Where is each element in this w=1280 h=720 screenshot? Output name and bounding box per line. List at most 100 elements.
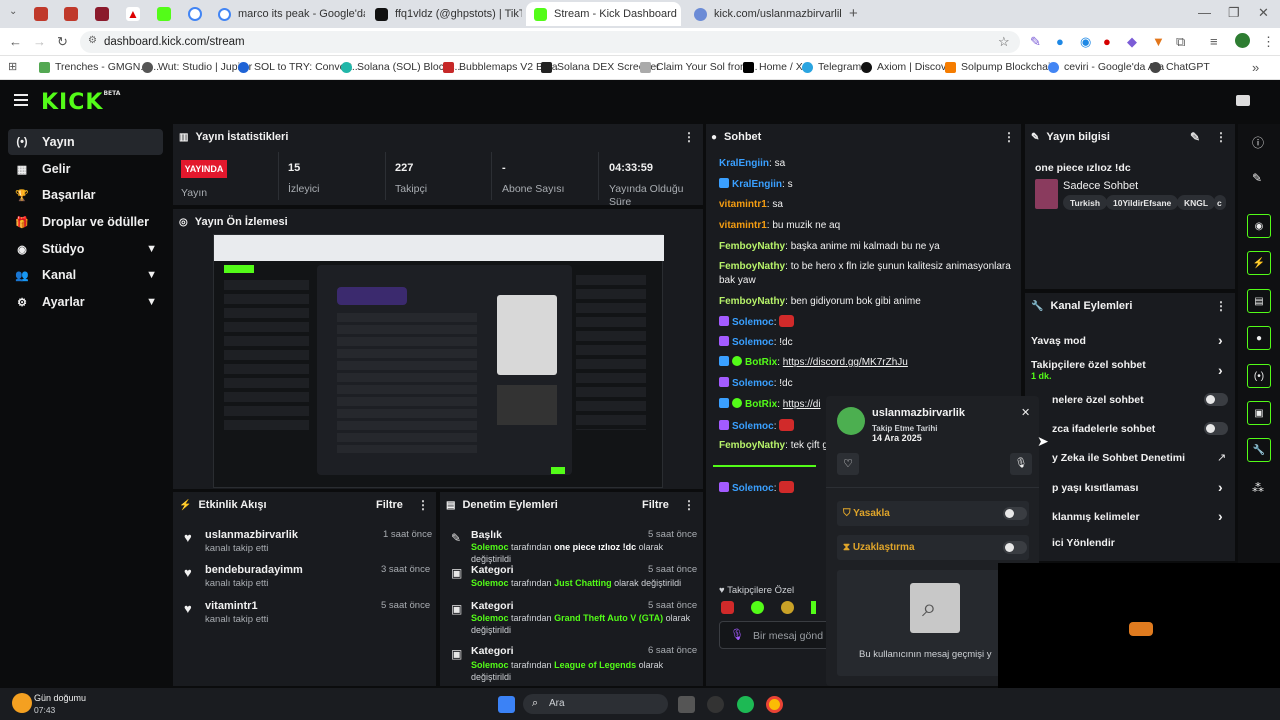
rail-button-document[interactable]: ▤	[1247, 289, 1271, 313]
rail-button-broadcast[interactable]: (•)	[1247, 364, 1271, 388]
bookmark-star-icon[interactable]: ☆	[998, 34, 1010, 50]
back-icon[interactable]: ←	[9, 34, 22, 49]
chat-text[interactable]: https://discord.gg/MK7rZhJu	[783, 357, 908, 368]
site-info-icon[interactable]: ⚙	[88, 35, 97, 46]
chat-username[interactable]: Solemoc	[732, 421, 774, 432]
more-options-icon[interactable]: ⋮	[417, 498, 429, 512]
pinned-tab-icon[interactable]	[34, 7, 48, 21]
timeout-toggle[interactable]	[1003, 541, 1027, 554]
pencil-icon[interactable]: ✎	[1252, 171, 1262, 185]
weather-icon[interactable]	[12, 693, 32, 713]
emote-chat-toggle[interactable]	[1204, 422, 1228, 435]
chat-username[interactable]: KralEngiin	[732, 179, 782, 190]
rail-button-camera[interactable]: ◉	[1247, 214, 1271, 238]
windows-start-icon[interactable]	[498, 696, 515, 713]
bookmark-item[interactable]: Home / X	[743, 61, 803, 73]
chrome-icon[interactable]	[766, 696, 783, 713]
tab-kick-profile[interactable]: kick.com/uslanmazbirvarlik✕	[686, 2, 841, 26]
followers-chat-label[interactable]: Takipçilere özel sohbet	[1031, 359, 1146, 371]
extension-icon[interactable]: ●	[1103, 34, 1111, 49]
chat-text[interactable]: https://di	[783, 399, 821, 410]
slow-mode-label[interactable]: Yavaş mod	[1031, 335, 1086, 347]
pinned-tab-icon[interactable]: ▲	[126, 7, 140, 21]
new-tab-button[interactable]: +	[849, 5, 858, 22]
task-view-icon[interactable]	[678, 696, 695, 713]
chat-username[interactable]: BotRix	[745, 357, 777, 368]
tag-chip[interactable]: Turkish	[1063, 195, 1108, 210]
user-avatar[interactable]	[1236, 95, 1250, 106]
maximize-icon[interactable]: ❐	[1228, 5, 1240, 21]
emote-icon[interactable]	[721, 601, 734, 614]
more-bookmarks-icon[interactable]: »	[1252, 60, 1259, 75]
nav-yayin[interactable]: (•) Yayın	[8, 129, 163, 155]
profile-avatar[interactable]	[1235, 33, 1250, 48]
mute-button[interactable]: 🎙	[1010, 453, 1032, 475]
chat-username[interactable]: Solemoc	[732, 378, 774, 389]
taskbar-search[interactable]: ⌕ Ara	[523, 694, 668, 714]
emote-icon[interactable]	[811, 601, 816, 614]
pinned-tab-icon[interactable]	[188, 7, 202, 21]
edit-icon[interactable]: ✎	[1190, 130, 1200, 144]
chevron-right-icon[interactable]: ›	[1218, 332, 1223, 348]
kick-logo[interactable]: KICKBETA	[41, 90, 120, 115]
metamask-icon[interactable]: ▼	[1152, 34, 1165, 49]
chat-username[interactable]: FemboyNathy	[719, 261, 785, 272]
spotify-icon[interactable]	[737, 696, 754, 713]
tag-chip-overflow[interactable]: c	[1214, 195, 1226, 210]
close-window-icon[interactable]: ✕	[1258, 5, 1269, 21]
chat-username[interactable]: Solemoc	[732, 337, 774, 348]
tag-chip[interactable]: 10YildirEfsane	[1106, 195, 1179, 210]
nav-droplar[interactable]: 🎁 Droplar ve ödüller	[8, 209, 163, 235]
extension-icon[interactable]: ◉	[1080, 34, 1091, 50]
hamburger-menu-icon[interactable]	[14, 94, 28, 106]
weather-label[interactable]: Gün doğumu	[34, 693, 86, 703]
share-icon[interactable]: ⁂	[1252, 481, 1264, 495]
nav-gelir[interactable]: ▦ Gelir	[8, 156, 163, 182]
chat-username[interactable]: FemboyNathy	[719, 296, 785, 307]
moderation-filter-button[interactable]: Filtre	[642, 499, 669, 511]
extensions-puzzle-icon[interactable]: ⧉	[1176, 34, 1185, 50]
activity-filter-button[interactable]: Filtre	[376, 499, 403, 511]
pinned-tab-icon[interactable]	[64, 7, 78, 21]
nav-basarilar[interactable]: 🏆 Başarılar	[8, 182, 163, 208]
menu-icon[interactable]: ⋮	[1262, 34, 1275, 50]
chat-input[interactable]: 🎙 Bir mesaj gönd	[719, 621, 839, 649]
chat-username[interactable]: Solemoc	[732, 483, 774, 494]
chat-username[interactable]: KralEngiin	[719, 158, 769, 169]
follow-button[interactable]: ♡	[837, 453, 859, 475]
tab-google-search[interactable]: marco its peak - Google'da Ara✕	[210, 2, 365, 26]
nav-studyo[interactable]: ◉ Stüdyo ▼	[8, 236, 163, 262]
close-icon[interactable]: ✕	[1021, 406, 1030, 419]
chat-username[interactable]: FemboyNathy	[719, 440, 785, 451]
nav-kanal[interactable]: 👥 Kanal ▼	[8, 262, 163, 288]
rail-button-chat[interactable]: ●	[1247, 326, 1271, 350]
chat-username[interactable]: Solemoc	[732, 317, 774, 328]
subscribers-chat-toggle[interactable]	[1204, 393, 1228, 406]
extension-icon[interactable]: ●	[1056, 34, 1064, 49]
more-options-icon[interactable]: ⋮	[1215, 130, 1227, 144]
ban-toggle[interactable]	[1003, 507, 1027, 520]
chat-username[interactable]: vitamintr1	[719, 199, 767, 210]
chat-username[interactable]: FemboyNathy	[719, 241, 785, 252]
rail-button-lightning[interactable]: ⚡	[1247, 251, 1271, 275]
category-name[interactable]: Sadece Sohbet	[1063, 180, 1138, 192]
tag-chip[interactable]: KNGL	[1177, 195, 1216, 210]
bookmark-item[interactable]: Axiom | Discover	[861, 61, 956, 73]
pinned-tab-icon[interactable]	[157, 7, 171, 21]
activity-user[interactable]: uslanmazbirvarlik	[205, 529, 298, 541]
more-options-icon[interactable]: ⋮	[683, 130, 695, 144]
url-field[interactable]: ⚙ dashboard.kick.com/stream	[80, 31, 1020, 53]
stream-preview-video[interactable]	[213, 234, 664, 488]
emote-icon[interactable]	[781, 601, 794, 614]
chat-username[interactable]: BotRix	[745, 399, 777, 410]
tab-search-icon[interactable]: ⌄	[9, 6, 17, 17]
chevron-right-icon[interactable]: ›	[1218, 479, 1223, 495]
chat-username[interactable]: vitamintr1	[719, 220, 767, 231]
bookmark-item[interactable]: ChatGPT	[1150, 61, 1210, 73]
pinned-tab-icon[interactable]	[95, 7, 109, 21]
forward-icon[interactable]: →	[33, 34, 46, 49]
info-icon[interactable]: ⓘ	[1252, 134, 1264, 151]
extension-icon[interactable]: ✎	[1030, 34, 1041, 50]
bookmark-item[interactable]: Solpump Blockchai...	[945, 61, 1059, 73]
nav-ayarlar[interactable]: ⚙ Ayarlar ▼	[8, 289, 163, 315]
